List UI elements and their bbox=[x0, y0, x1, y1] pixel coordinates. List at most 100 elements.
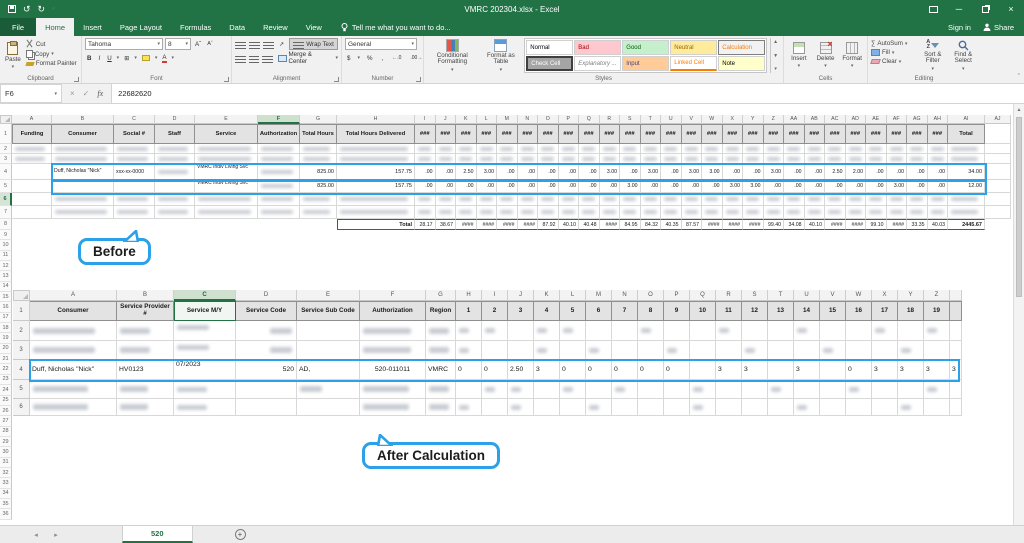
row-header-3[interactable]: 3 bbox=[0, 154, 12, 164]
cell[interactable] bbox=[950, 301, 962, 321]
row-header-23[interactable]: 23 bbox=[0, 375, 12, 385]
column-total-cell[interactable]: #### bbox=[825, 219, 846, 230]
cell[interactable] bbox=[477, 193, 498, 206]
after-column-header-B[interactable]: B bbox=[117, 290, 174, 301]
cell[interactable] bbox=[538, 144, 559, 154]
cell[interactable] bbox=[768, 399, 794, 416]
social-cell[interactable]: xxx-xx-0000 bbox=[114, 164, 155, 180]
cell[interactable] bbox=[586, 341, 612, 360]
cell[interactable] bbox=[30, 321, 117, 341]
after-column-header-K[interactable]: K bbox=[534, 290, 560, 301]
select-all-corner[interactable] bbox=[0, 115, 12, 124]
header-day[interactable]: ### bbox=[456, 124, 477, 144]
after-row-header-6[interactable]: 6 bbox=[13, 399, 30, 416]
header-G[interactable]: Total Hours bbox=[300, 124, 337, 144]
alignment-dialog-launcher[interactable] bbox=[334, 77, 339, 82]
cell[interactable] bbox=[641, 154, 662, 164]
cell[interactable] bbox=[236, 399, 297, 416]
cell[interactable] bbox=[825, 144, 846, 154]
cell[interactable] bbox=[297, 321, 360, 341]
cell[interactable] bbox=[600, 144, 621, 154]
cell[interactable] bbox=[538, 206, 559, 219]
cell[interactable] bbox=[661, 154, 682, 164]
autosum-button[interactable]: ∑AutoSum▾ bbox=[871, 40, 916, 47]
font-family-select[interactable]: Tahoma▾ bbox=[85, 38, 163, 50]
day-value-cell[interactable]: .00 bbox=[846, 180, 867, 193]
cell[interactable] bbox=[155, 219, 195, 230]
day-value-cell[interactable]: 2.00 bbox=[846, 164, 867, 180]
cell[interactable] bbox=[612, 380, 638, 399]
cell[interactable] bbox=[820, 380, 846, 399]
cell[interactable] bbox=[236, 341, 297, 360]
cell[interactable] bbox=[174, 321, 236, 341]
insert-button[interactable]: Insert▾ bbox=[787, 38, 811, 73]
cell[interactable] bbox=[258, 180, 300, 193]
cell[interactable] bbox=[456, 154, 477, 164]
day-value-cell[interactable]: .00 bbox=[518, 180, 539, 193]
increase-decimal-button[interactable]: ←.0 bbox=[390, 52, 403, 64]
cell[interactable] bbox=[723, 154, 744, 164]
column-total-cell[interactable]: 34.08 bbox=[784, 219, 805, 230]
cell[interactable] bbox=[300, 219, 337, 230]
cell[interactable] bbox=[52, 206, 114, 219]
cell[interactable] bbox=[716, 380, 742, 399]
cell[interactable] bbox=[866, 154, 887, 164]
cell[interactable] bbox=[360, 321, 426, 341]
cell[interactable] bbox=[30, 399, 117, 416]
italic-button[interactable]: I bbox=[96, 52, 102, 64]
cell[interactable] bbox=[924, 399, 950, 416]
column-header-D[interactable]: D bbox=[155, 115, 195, 124]
column-header-V[interactable]: V bbox=[682, 115, 703, 124]
after-header-day[interactable]: 1 bbox=[456, 301, 482, 321]
cell[interactable] bbox=[360, 380, 426, 399]
after-provider-cell[interactable]: HV0123 bbox=[117, 360, 174, 380]
after-day-value-cell[interactable]: 0 bbox=[482, 360, 508, 380]
row-header-32[interactable]: 32 bbox=[0, 468, 12, 478]
after-service-sub-cell[interactable]: AD, bbox=[297, 360, 360, 380]
column-total-cell[interactable]: 84.95 bbox=[620, 219, 641, 230]
column-header-I[interactable]: I bbox=[415, 115, 436, 124]
after-header-day[interactable]: 2 bbox=[482, 301, 508, 321]
cell[interactable] bbox=[114, 154, 155, 164]
cell[interactable] bbox=[716, 321, 742, 341]
after-header-day[interactable]: 6 bbox=[586, 301, 612, 321]
after-header-day[interactable]: 4 bbox=[534, 301, 560, 321]
cell[interactable] bbox=[898, 321, 924, 341]
cell[interactable] bbox=[825, 193, 846, 206]
header-E[interactable]: Service bbox=[195, 124, 258, 144]
cell[interactable] bbox=[426, 341, 456, 360]
cell[interactable] bbox=[641, 206, 662, 219]
cell[interactable] bbox=[360, 399, 426, 416]
cell[interactable] bbox=[948, 193, 985, 206]
after-day-value-cell[interactable] bbox=[690, 360, 716, 380]
cell[interactable] bbox=[743, 206, 764, 219]
style-check-cell[interactable]: Check Cell bbox=[526, 56, 573, 71]
confirm-entry-icon[interactable]: ✓ bbox=[83, 89, 90, 98]
header-day[interactable]: ### bbox=[518, 124, 539, 144]
header-day[interactable]: ### bbox=[661, 124, 682, 144]
column-header-P[interactable]: P bbox=[559, 115, 580, 124]
tab-home[interactable]: Home bbox=[36, 18, 74, 36]
column-header-AJ[interactable]: AJ bbox=[985, 115, 1011, 124]
row-header-34[interactable]: 34 bbox=[0, 489, 12, 499]
tell-me-box[interactable]: Tell me what you want to do... bbox=[331, 18, 461, 36]
cell[interactable] bbox=[456, 206, 477, 219]
number-format-select[interactable]: General▾ bbox=[345, 38, 417, 50]
cell[interactable] bbox=[117, 380, 174, 399]
cell[interactable] bbox=[12, 154, 52, 164]
cell[interactable] bbox=[456, 341, 482, 360]
column-header-AA[interactable]: AA bbox=[784, 115, 805, 124]
column-header-AE[interactable]: AE bbox=[866, 115, 887, 124]
cell[interactable] bbox=[579, 193, 600, 206]
cell[interactable] bbox=[456, 399, 482, 416]
row-total-cell[interactable]: 34.00 bbox=[948, 164, 985, 180]
after-header-day[interactable]: 7 bbox=[612, 301, 638, 321]
scroll-up-icon[interactable]: ▲ bbox=[1014, 104, 1024, 115]
qat-customize-icon[interactable]: ▾ bbox=[52, 6, 55, 12]
next-sheet-icon[interactable]: ▸ bbox=[46, 526, 66, 543]
cell[interactable] bbox=[612, 341, 638, 360]
prev-sheet-icon[interactable]: ◂ bbox=[26, 526, 46, 543]
cell[interactable] bbox=[456, 321, 482, 341]
cell[interactable] bbox=[661, 206, 682, 219]
column-header-R[interactable]: R bbox=[600, 115, 621, 124]
